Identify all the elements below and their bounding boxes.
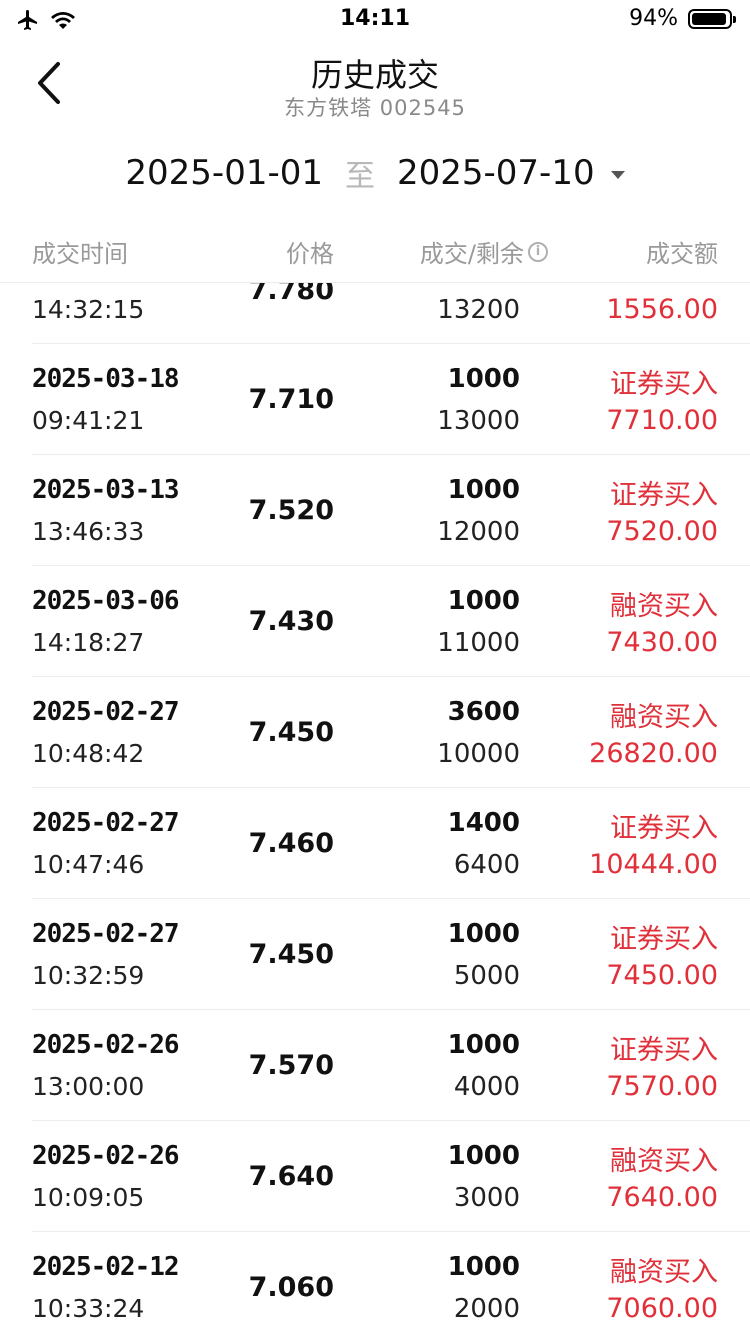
date-separator: 至: [345, 159, 375, 194]
trade-qty: 1000: [447, 586, 520, 616]
battery-percent: 94%: [629, 6, 678, 31]
trade-type: 证券买入: [610, 480, 718, 511]
stock-subtitle: 东方铁塔 002545: [284, 96, 466, 120]
trade-amount: 10444.00: [589, 849, 718, 880]
trade-type: 融资买入: [610, 591, 718, 622]
trade-time: 10:47:46: [32, 850, 145, 879]
trade-qty: 1000: [447, 475, 520, 505]
trade-price: 7.430: [248, 606, 334, 637]
trade-qty: 1000: [447, 1141, 520, 1171]
table-row[interactable]: 2025-03-18 09:41:21 7.710 1000 13000 证券买入 7710…: [32, 344, 750, 455]
trade-date: 2025-02-27: [32, 697, 180, 727]
table-row[interactable]: 2025-03-06 14:18:27 7.430 1000 11000 融资买入 7430…: [32, 566, 750, 677]
trade-qty: 1400: [447, 808, 520, 838]
header-time: 成交时间: [32, 240, 128, 268]
trade-date: 2025-02-27: [32, 919, 180, 949]
trade-amount: 1556.00: [606, 294, 718, 325]
trade-qty: 1000: [447, 1030, 520, 1060]
trade-type: 证券买入: [610, 924, 718, 955]
page-title: 历史成交: [310, 56, 439, 94]
header-amount: 成交额: [646, 240, 718, 268]
battery-fill: [692, 12, 726, 25]
trade-list[interactable]: 14:32:15 7.780 13200 1556.00 2025-03-18 0…: [0, 283, 750, 1334]
info-icon[interactable]: i: [528, 241, 548, 262]
trade-amount: 7430.00: [606, 627, 718, 658]
trade-type: 证券买入: [610, 1035, 718, 1066]
trade-time: 13:46:33: [32, 517, 145, 546]
trade-remain: 12000: [437, 517, 520, 547]
trade-date: 2025-02-26: [32, 1030, 180, 1060]
date-range: 2025-01-01 至 2025-07-10: [0, 148, 750, 198]
trade-qty: 1000: [447, 1252, 520, 1282]
trade-time: 09:41:21: [32, 406, 145, 435]
trade-type: 证券买入: [610, 369, 718, 400]
trade-amount: 7060.00: [606, 1293, 718, 1324]
trade-remain: 3000: [453, 1183, 520, 1213]
table-row[interactable]: 2025-02-12 10:33:24 7.060 1000 2000 融资买入 7060.…: [32, 1232, 750, 1334]
trade-type: 证券买入: [610, 813, 718, 844]
trade-date: 2025-02-27: [32, 808, 180, 838]
table-row[interactable]: 2025-02-27 10:32:59 7.450 1000 5000 证券买入 7450.…: [32, 899, 750, 1010]
trade-price: 7.460: [248, 828, 334, 859]
trade-date: 2025-02-26: [32, 1141, 180, 1171]
end-date[interactable]: 2025-07-10: [397, 153, 595, 193]
nav-bar: 历史成交 东方铁塔 002545: [0, 40, 750, 130]
trade-price: 7.640: [248, 1161, 334, 1192]
trade-qty: 1000: [447, 919, 520, 949]
battery-icon: [688, 8, 736, 29]
start-date[interactable]: 2025-01-01: [125, 153, 323, 193]
trade-qty: 3600: [447, 697, 520, 727]
table-row[interactable]: 14:32:15 7.780 13200 1556.00: [32, 283, 750, 344]
trade-remain: 5000: [453, 961, 520, 991]
table-row[interactable]: 2025-02-27 10:47:46 7.460 1400 6400 证券买入 10444…: [32, 788, 750, 899]
status-right: 94%: [629, 6, 736, 31]
header-qty-remain: 成交/剩余 i: [420, 234, 548, 269]
trade-amount: 7640.00: [606, 1182, 718, 1213]
trade-price: 7.450: [248, 717, 334, 748]
table-row[interactable]: 2025-02-26 13:00:00 7.570 1000 4000 证券买入 7570.…: [32, 1010, 750, 1121]
trade-price: 7.060: [248, 1272, 334, 1303]
table-header: 成交时间 价格 成交/剩余 i 成交额: [0, 218, 750, 283]
trade-date: 2025-03-13: [32, 475, 180, 505]
trade-time: 14:32:15: [32, 295, 145, 324]
trade-amount: 7520.00: [606, 516, 718, 547]
header-qty-remain-label: 成交/剩余: [419, 240, 524, 268]
trade-time: 10:33:24: [32, 1294, 145, 1323]
trade-amount: 7450.00: [606, 960, 718, 991]
trade-time: 10:32:59: [32, 961, 145, 990]
trade-price: 7.710: [248, 384, 334, 415]
trade-time: 14:18:27: [32, 628, 145, 657]
trade-price: 7.450: [248, 939, 334, 970]
trade-amount: 7570.00: [606, 1071, 718, 1102]
trade-date: 2025-02-12: [32, 1252, 180, 1282]
table-row[interactable]: 2025-03-13 13:46:33 7.520 1000 12000 证券买入 7520…: [32, 455, 750, 566]
trade-remain: 10000: [437, 739, 520, 769]
trade-type: 融资买入: [610, 1257, 718, 1288]
trade-remain: 13200: [437, 295, 520, 325]
caret-down-icon[interactable]: [610, 171, 625, 179]
trade-remain: 6400: [453, 850, 520, 880]
trade-date: 2025-03-06: [32, 586, 180, 616]
trade-date: 2025-03-18: [32, 364, 180, 394]
trade-amount: 7710.00: [606, 405, 718, 436]
table-row[interactable]: 2025-02-26 10:09:05 7.640 1000 3000 融资买入 7640.…: [32, 1121, 750, 1232]
trade-time: 10:09:05: [32, 1183, 145, 1212]
header-price: 价格: [286, 240, 334, 268]
trade-remain: 11000: [437, 628, 520, 658]
trade-remain: 4000: [453, 1072, 520, 1102]
trade-qty: 1000: [447, 364, 520, 394]
trade-remain: 2000: [453, 1294, 520, 1324]
trade-amount: 26820.00: [589, 738, 718, 769]
trade-price: 7.780: [248, 283, 334, 306]
trade-time: 13:00:00: [32, 1072, 145, 1101]
trade-price: 7.570: [248, 1050, 334, 1081]
status-bar: 14:11 94%: [0, 0, 750, 40]
table-row[interactable]: 2025-02-27 10:48:42 7.450 3600 10000 融资买入 2682…: [32, 677, 750, 788]
trade-type: 融资买入: [610, 702, 718, 733]
trade-remain: 13000: [437, 406, 520, 436]
trade-type: 融资买入: [610, 1146, 718, 1177]
trade-price: 7.520: [248, 495, 334, 526]
trade-time: 10:48:42: [32, 739, 145, 768]
